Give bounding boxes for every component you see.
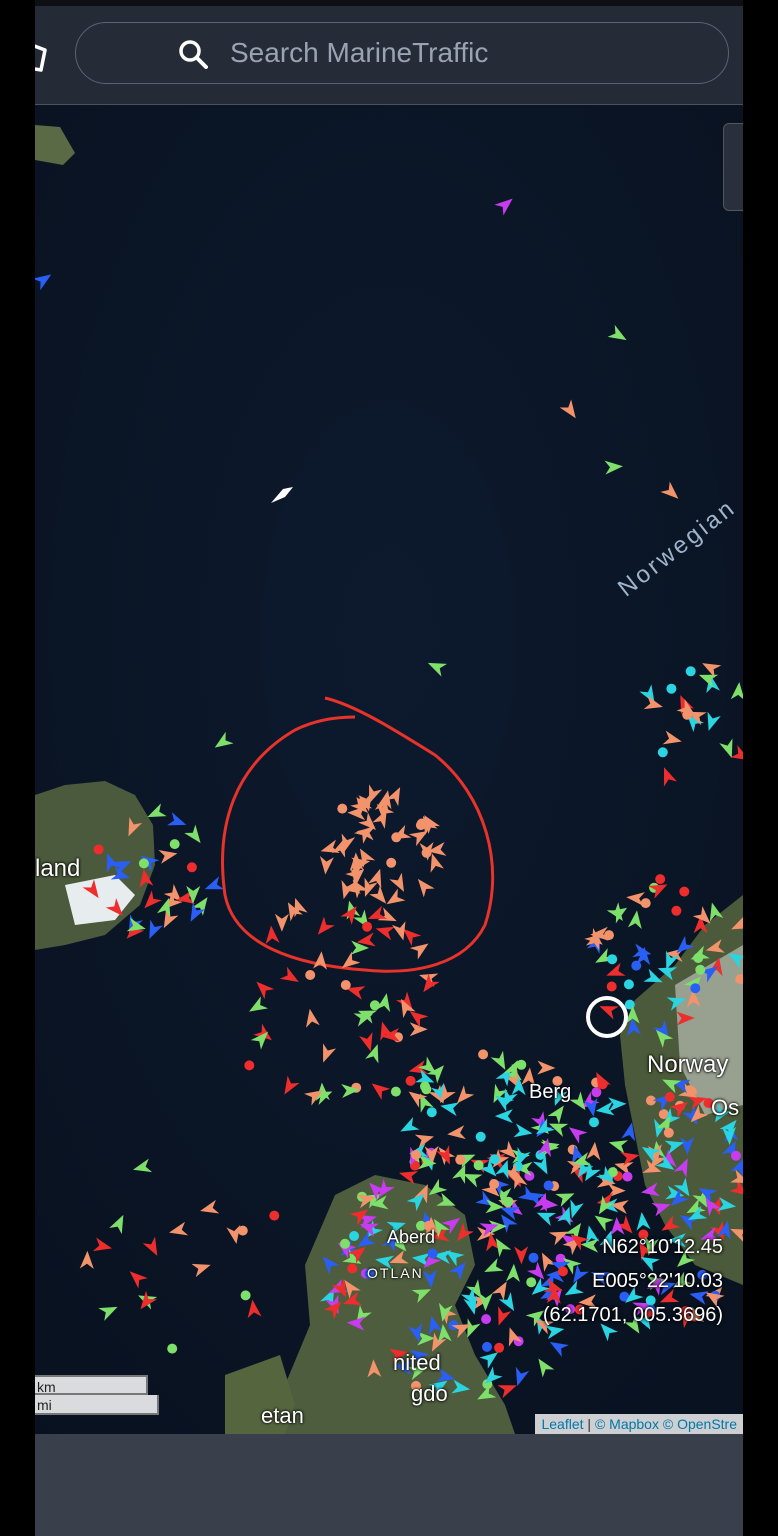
vessel-marker[interactable] — [690, 983, 701, 994]
vessel-marker[interactable] — [240, 1290, 251, 1301]
scale-bar-mi: mi — [35, 1395, 159, 1415]
coords-lon: E005°22'10.03 — [592, 1270, 723, 1292]
vessel-marker[interactable] — [657, 747, 668, 758]
map-label-iceland: land — [35, 855, 81, 882]
leaflet-link[interactable]: Leaflet — [541, 1416, 583, 1432]
vessel-marker[interactable] — [622, 1171, 633, 1182]
vessel-marker[interactable] — [494, 1342, 505, 1353]
map-label-aberdeen: Aberd — [387, 1227, 436, 1247]
vessel-marker[interactable] — [390, 1086, 401, 1097]
vessel-marker[interactable] — [405, 1075, 416, 1086]
vessel-marker[interactable] — [607, 954, 618, 965]
cursor-coordinates: N62°10'12.45 E005°22'10.03 (62.1701, 005… — [543, 1230, 723, 1332]
vessel-marker[interactable] — [481, 1314, 492, 1325]
vessel-marker[interactable] — [640, 898, 651, 909]
attribution-separator: | — [587, 1416, 592, 1432]
vessel-marker[interactable] — [347, 1263, 358, 1274]
vessel-marker[interactable] — [679, 886, 690, 897]
vessel-marker[interactable] — [421, 847, 432, 858]
vessel-marker[interactable] — [340, 980, 351, 990]
vessel-marker[interactable] — [416, 818, 427, 829]
map-label-united: nited — [393, 1350, 441, 1375]
search-box[interactable] — [75, 22, 729, 84]
vessel-marker[interactable] — [337, 803, 348, 814]
vessel-marker[interactable] — [473, 1160, 484, 1171]
scale-bar-km: km — [35, 1375, 148, 1395]
vessel-marker[interactable] — [666, 683, 677, 694]
vessel-marker[interactable] — [623, 979, 634, 990]
bottom-bar — [35, 1434, 743, 1536]
vessel-marker[interactable] — [655, 874, 666, 885]
vessel-marker[interactable] — [305, 970, 316, 980]
vessel-marker[interactable] — [489, 1154, 500, 1165]
map-label-oslo: Os — [711, 1095, 740, 1120]
scale-control: km mi — [35, 1375, 159, 1415]
top-bar — [35, 6, 743, 105]
map-view[interactable]: land Norway Os Berg Aberd OTLAN nited gd… — [35, 105, 743, 1434]
map-layer-control[interactable] — [723, 123, 743, 211]
vessel-marker[interactable] — [386, 857, 397, 868]
vessel-marker[interactable] — [244, 1060, 255, 1071]
coords-decimal: (62.1701, 005.3696) — [542, 1304, 723, 1326]
map-label-kingdom: gdo — [411, 1381, 448, 1406]
vessel-marker[interactable] — [420, 1081, 430, 1092]
map-label-bergen: Berg — [529, 1081, 572, 1103]
vessel-marker[interactable] — [663, 1127, 674, 1138]
vessel-marker[interactable] — [93, 844, 104, 855]
vessel-marker[interactable] — [478, 1049, 489, 1060]
vessel-marker[interactable] — [731, 1150, 741, 1161]
vessel-marker[interactable] — [516, 1059, 527, 1070]
vessel-marker[interactable] — [664, 1092, 675, 1102]
map-label-scotland: OTLAN — [367, 1265, 424, 1281]
vessel-marker[interactable] — [186, 862, 197, 873]
vessel-marker[interactable] — [455, 1154, 466, 1165]
vessel-marker[interactable] — [340, 1238, 350, 1249]
vessel-marker[interactable] — [138, 858, 149, 869]
coords-lat: N62°10'12.45 — [602, 1236, 723, 1258]
vessel-marker[interactable] — [526, 1277, 537, 1288]
vessel-marker[interactable] — [269, 1210, 280, 1221]
vessel-marker[interactable] — [427, 1248, 438, 1259]
vessel-marker[interactable] — [589, 1117, 599, 1128]
vessel-marker[interactable] — [167, 1343, 178, 1354]
vessel-marker[interactable] — [528, 1252, 539, 1263]
mapbox-link[interactable]: © Mapbox — [595, 1416, 659, 1432]
vessel-marker[interactable] — [685, 666, 696, 677]
map-label-norway: Norway — [647, 1051, 729, 1078]
vessel-marker[interactable] — [606, 981, 617, 992]
vessel-marker[interactable] — [503, 1196, 514, 1207]
vessel-marker[interactable] — [489, 1179, 500, 1189]
vessel-marker[interactable] — [426, 1107, 437, 1118]
map-attribution: Leaflet | © Mapbox © OpenStre — [535, 1414, 743, 1434]
app-window: land Norway Os Berg Aberd OTLAN nited gd… — [35, 0, 743, 1536]
search-input[interactable] — [230, 33, 670, 73]
map-label-ireland: etan — [261, 1403, 304, 1428]
vessel-marker[interactable] — [686, 1086, 697, 1097]
vessel-marker[interactable] — [543, 1180, 554, 1191]
osm-link[interactable]: © OpenStre — [663, 1416, 737, 1432]
vessel-marker[interactable] — [362, 921, 373, 932]
vessel-marker[interactable] — [411, 1149, 421, 1160]
vessel-marker[interactable] — [671, 905, 682, 916]
vessel-marker[interactable] — [631, 960, 642, 971]
vessel-marker[interactable] — [169, 839, 180, 850]
vessel-marker[interactable] — [591, 1087, 602, 1098]
search-icon — [179, 40, 208, 69]
marinetraffic-logo-icon[interactable] — [35, 42, 51, 72]
vessel-marker[interactable] — [349, 1231, 360, 1241]
vessel-marker[interactable] — [475, 1131, 486, 1142]
vessel-marker[interactable] — [695, 964, 706, 975]
vessel-marker[interactable] — [482, 1341, 492, 1352]
vessel-marker[interactable] — [369, 1000, 380, 1011]
